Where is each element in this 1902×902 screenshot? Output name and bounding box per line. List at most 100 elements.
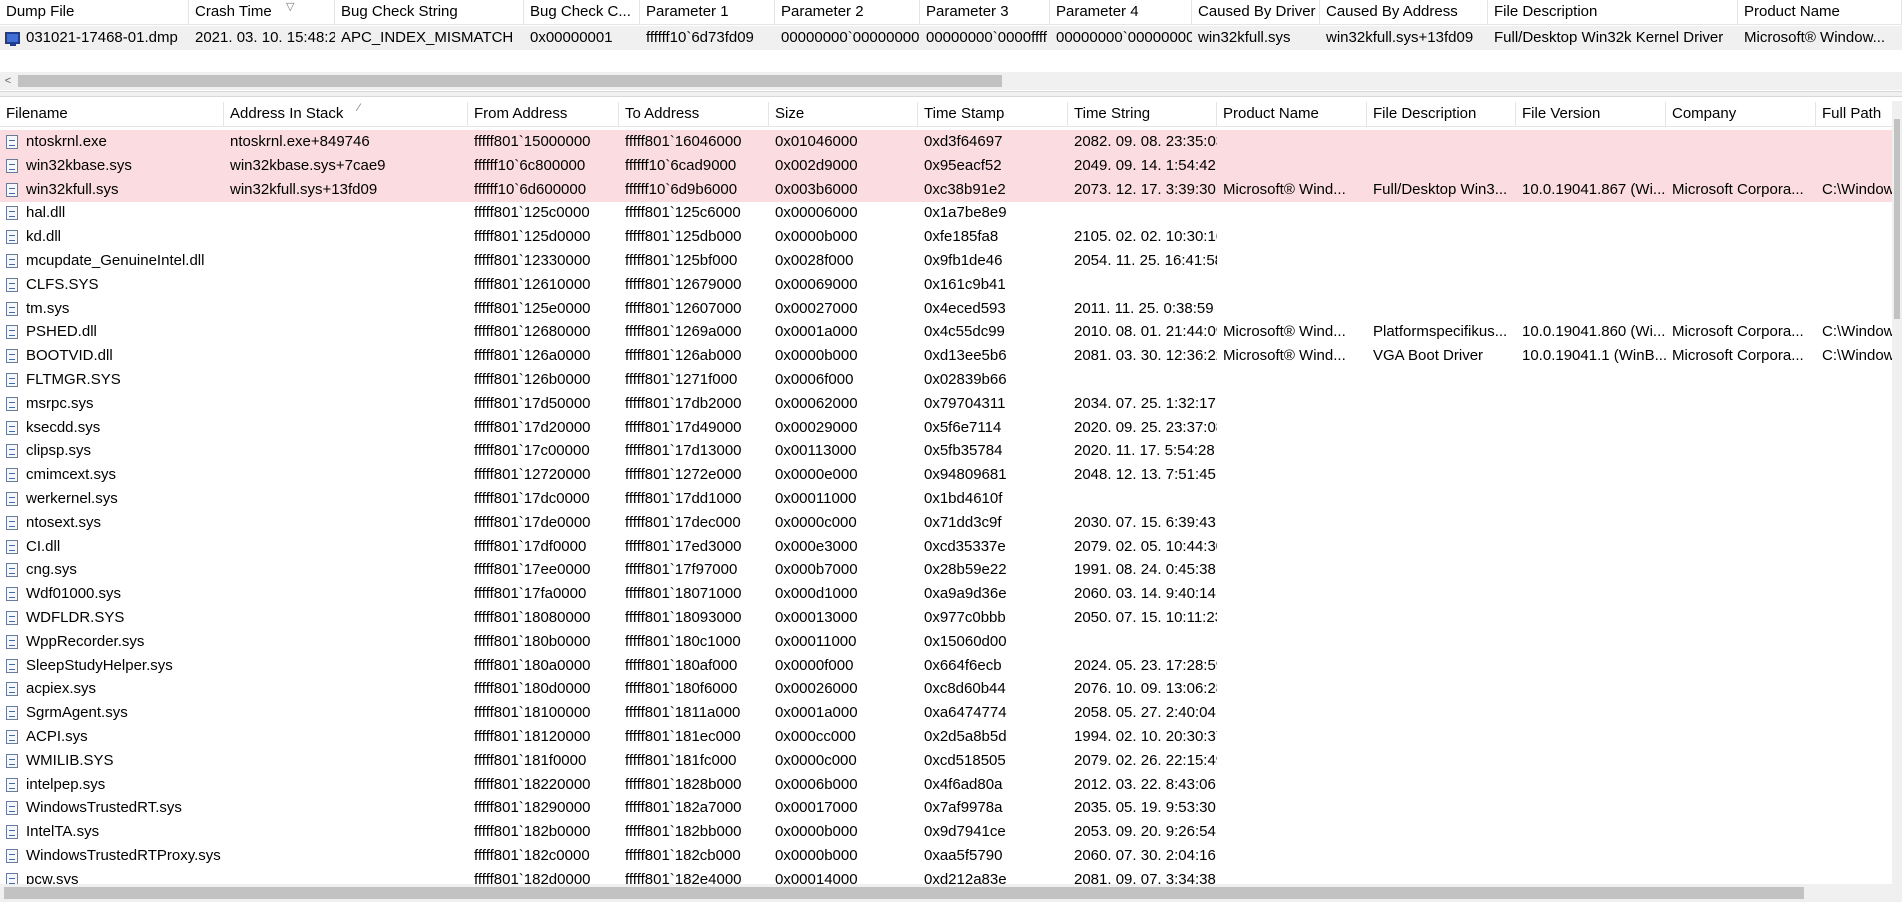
table-row[interactable]: WindowsTrustedRTProxy.sys fffff801`182c00…: [0, 844, 1892, 868]
cell-time-string: 2020. 09. 25. 23:37:08: [1074, 418, 1217, 436]
column-header-time-stamp[interactable]: Time Stamp: [918, 102, 1068, 126]
column-header-bug-check-string[interactable]: Bug Check String: [335, 0, 524, 24]
cell-to-address: fffff801`125c6000: [625, 204, 741, 222]
cell-file-description: [1367, 225, 1516, 249]
vertical-scrollbar-thumb[interactable]: [1894, 119, 1900, 319]
column-header-file-version[interactable]: File Version: [1516, 102, 1666, 126]
table-row[interactable]: CI.dll fffff801`17df0000 fffff801`17ed3000…: [0, 535, 1892, 559]
cell-filename: ksecdd.sys: [26, 418, 101, 436]
column-header-filename[interactable]: Filename: [0, 102, 224, 126]
cell-time-stamp: 0xa6474774: [924, 704, 1007, 722]
table-row[interactable]: ntosext.sys fffff801`17de0000 fffff801`17d…: [0, 511, 1892, 535]
table-row[interactable]: BOOTVID.dll fffff801`126a0000 fffff801`126…: [0, 344, 1895, 368]
cell-from-address: fffff801`125d0000: [474, 228, 591, 246]
table-row[interactable]: ACPI.sys fffff801`18120000 fffff801`181ec0…: [0, 725, 1892, 749]
table-row[interactable]: win32kbase.sys win32kbase.sys+7cae9 ffffff…: [0, 153, 1892, 178]
column-header-parameter-4[interactable]: Parameter 4: [1050, 0, 1192, 24]
table-row[interactable]: ksecdd.sys fffff801`17d20000 fffff801`17d4…: [0, 416, 1892, 440]
table-row[interactable]: intelpep.sys fffff801`18220000 fffff801`18…: [0, 773, 1892, 797]
table-row[interactable]: WMILIB.SYS fffff801`181f0000 fffff801`181f…: [0, 749, 1892, 773]
cell-to-address: fffff801`18093000: [625, 609, 742, 626]
dump-row[interactable]: 031021-17468-01.dmp 2021. 03. 10. 15:48:2…: [0, 26, 1902, 50]
column-header-time-string[interactable]: Time String: [1068, 102, 1217, 126]
table-row[interactable]: SgrmAgent.sys fffff801`18100000 fffff801`1…: [0, 701, 1892, 725]
table-row[interactable]: cng.sys fffff801`17ee0000 fffff801`17f9700…: [0, 558, 1892, 582]
cell-file-description: [1367, 773, 1516, 797]
table-row[interactable]: PSHED.dll fffff801`12680000 fffff801`1269a…: [0, 320, 1895, 344]
cell-time-stamp: 0x977c0bbb: [924, 609, 1006, 626]
table-row[interactable]: WppRecorder.sys fffff801`180b0000 fffff801…: [0, 630, 1892, 654]
pane-splitter[interactable]: [0, 91, 1902, 97]
cell-full-path: [1816, 725, 1896, 749]
table-row[interactable]: hal.dll fffff801`125c0000 fffff801`125c600…: [0, 201, 1892, 225]
scroll-left-arrow-icon[interactable]: <: [0, 72, 16, 90]
cell-file-description: [1367, 273, 1516, 297]
column-header-from-address[interactable]: From Address: [468, 102, 619, 126]
cell-product-name: [1217, 273, 1367, 297]
column-header-product-name[interactable]: Product Name: [1217, 102, 1367, 126]
cell-file-version: [1516, 511, 1666, 535]
cell-full-path: [1816, 844, 1896, 868]
table-row[interactable]: tm.sys fffff801`125e0000 fffff801`12607000…: [0, 297, 1892, 321]
cell-from-address: fffff801`182c0000: [474, 847, 590, 864]
table-row[interactable]: win32kfull.sys win32kfull.sys+13fd09 fffff…: [0, 177, 1895, 202]
table-row[interactable]: mcupdate_GenuineIntel.dll fffff801`123300…: [0, 249, 1892, 273]
column-header-crash-time[interactable]: Crash Time: [189, 0, 335, 24]
dump-list-horizontal-scrollbar[interactable]: <: [0, 72, 1902, 90]
column-header-bug-check-c[interactable]: Bug Check C...: [524, 0, 640, 24]
table-row[interactable]: acpiex.sys fffff801`180d0000 fffff801`180f…: [0, 677, 1892, 701]
column-header-parameter-3[interactable]: Parameter 3: [920, 0, 1050, 24]
module-list-horizontal-scrollbar[interactable]: [0, 884, 1902, 902]
column-header-file-description[interactable]: File Description: [1367, 102, 1516, 126]
table-row[interactable]: WDFLDR.SYS fffff801`18080000 fffff801`1809…: [0, 606, 1892, 630]
table-row[interactable]: IntelTA.sys fffff801`182b0000 fffff801`182…: [0, 820, 1892, 844]
column-header-company[interactable]: Company: [1666, 102, 1816, 126]
scrollbar-thumb[interactable]: [4, 887, 1804, 899]
cell-address-in-stack: [224, 416, 468, 440]
column-header-file-description[interactable]: File Description: [1488, 0, 1738, 24]
cell-file-description: [1367, 130, 1516, 154]
table-row[interactable]: cmimcext.sys fffff801`12720000 fffff801`12…: [0, 463, 1892, 487]
cell-product-name: [1217, 796, 1367, 820]
column-header-parameter-2[interactable]: Parameter 2: [775, 0, 920, 24]
dump-list-header: Dump File Crash Time Bug Check String Bug C…: [0, 0, 1902, 25]
column-header-full-path[interactable]: Full Path: [1816, 102, 1896, 126]
cell-company: [1666, 630, 1816, 654]
cell-full-path: [1816, 749, 1896, 773]
cell-time-stamp: 0x664f6ecb: [924, 656, 1002, 674]
table-row[interactable]: clipsp.sys fffff801`17c00000 fffff801`17d1…: [0, 439, 1892, 463]
column-header-caused-by-driver[interactable]: Caused By Driver: [1192, 0, 1320, 24]
scrollbar-thumb[interactable]: [18, 75, 1002, 87]
column-header-parameter-1[interactable]: Parameter 1: [640, 0, 775, 24]
table-row[interactable]: WindowsTrustedRT.sys fffff801`18290000 fff…: [0, 796, 1892, 820]
table-row[interactable]: msrpc.sys fffff801`17d50000 fffff801`17db2…: [0, 392, 1892, 416]
module-list-vertical-scrollbar[interactable]: [1892, 101, 1902, 884]
column-header-caused-by-address[interactable]: Caused By Address: [1320, 0, 1488, 24]
table-row[interactable]: FLTMGR.SYS fffff801`126b0000 fffff801`1271…: [0, 368, 1892, 392]
cell-filename: cmimcext.sys: [26, 466, 116, 484]
column-header-dump-file[interactable]: Dump File: [0, 0, 189, 24]
cell-time-string: 2049. 09. 14. 1:54:42: [1074, 156, 1216, 174]
cell-caused-by-address: win32kfull.sys+13fd09: [1326, 29, 1474, 46]
table-row[interactable]: kd.dll fffff801`125d0000 fffff801`125db000…: [0, 225, 1892, 249]
cell-size: 0x00069000: [775, 275, 858, 293]
column-header-product-name[interactable]: Product Name: [1738, 0, 1902, 24]
table-row[interactable]: Wdf01000.sys fffff801`17fa0000 fffff801`18…: [0, 582, 1892, 606]
table-row[interactable]: SleepStudyHelper.sys fffff801`180a0000 fff…: [0, 654, 1892, 678]
cell-from-address: fffff801`180a0000: [474, 656, 591, 674]
column-header-to-address[interactable]: To Address: [619, 102, 769, 126]
table-row[interactable]: werkernel.sys fffff801`17dc0000 fffff801`1…: [0, 487, 1892, 511]
table-row[interactable]: CLFS.SYS fffff801`12610000 fffff801`126790…: [0, 273, 1892, 297]
cell-company: [1666, 249, 1816, 273]
cell-size: 0x00011000: [775, 632, 857, 650]
column-header-size[interactable]: Size: [769, 102, 918, 126]
cell-size: 0x002d9000: [775, 156, 858, 174]
cell-file-description: [1367, 558, 1516, 582]
cell-filename: msrpc.sys: [26, 394, 94, 412]
column-header-address-in-stack[interactable]: Address In Stack: [224, 102, 468, 126]
cell-file-description: [1367, 416, 1516, 440]
cell-full-path: [1816, 416, 1896, 440]
table-row[interactable]: ntoskrnl.exe ntoskrnl.exe+849746 fffff801`…: [0, 130, 1892, 154]
cell-filename: IntelTA.sys: [26, 823, 100, 841]
cell-company: [1666, 511, 1816, 535]
